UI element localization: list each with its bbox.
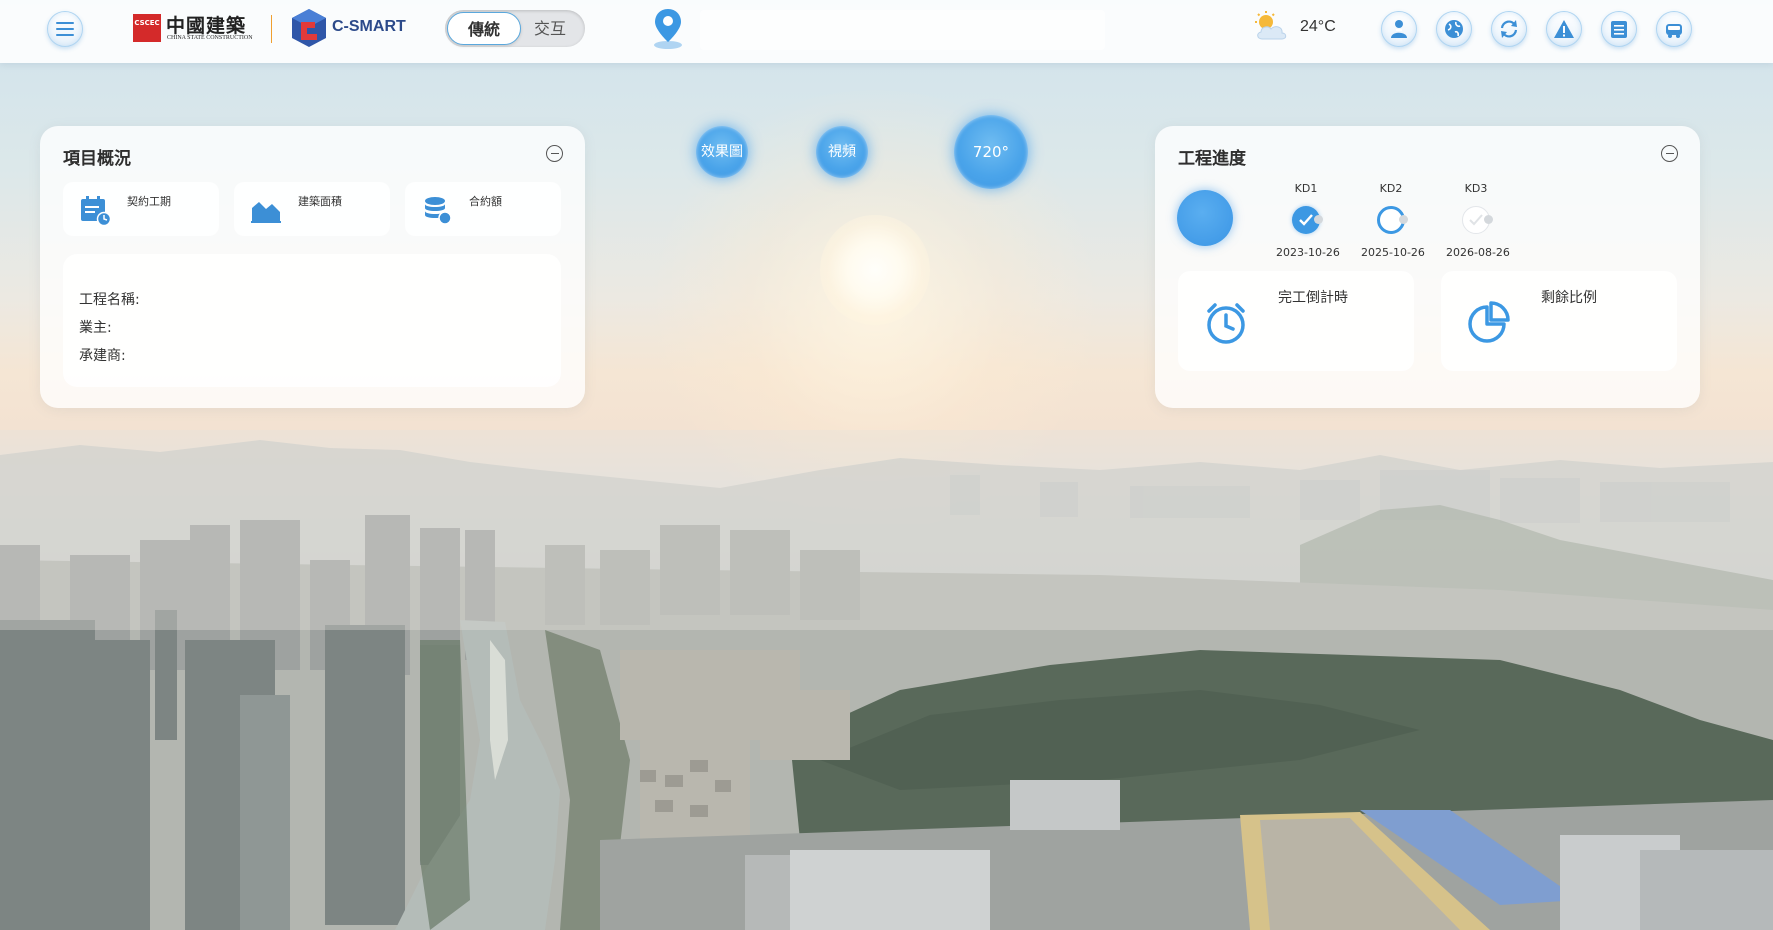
cscec-logo-chinese: 中國建築 — [166, 15, 247, 37]
project-overview-panel: 項目概況 契約工期 建築面積 合約額 工程名稱: 業主: 承建商: — [40, 126, 585, 408]
contractor-label: 承建商: — [79, 348, 126, 364]
csmart-logo: C-SMART — [287, 6, 412, 50]
stat-label: 建築面積 — [298, 195, 342, 208]
collapse-button[interactable] — [1661, 145, 1678, 162]
project-name-label: 工程名稱: — [79, 292, 140, 308]
stat-card-contract-amount[interactable]: 合約額 — [405, 182, 561, 236]
person-icon — [1391, 20, 1407, 38]
effect-render-button[interactable]: 效果圖 — [696, 126, 748, 178]
cscec-logo-english: CHINA STATE CONSTRUCTION — [167, 35, 253, 41]
stat-label: 契約工期 — [127, 195, 171, 208]
check-icon — [1469, 214, 1483, 226]
milestone-date: 2025-10-26 — [1361, 246, 1425, 259]
stat-card-building-area[interactable]: 建築面積 — [234, 182, 390, 236]
remaining-ratio-card[interactable]: 剩餘比例 — [1441, 271, 1677, 371]
progress-indicator — [1177, 190, 1233, 246]
milestone-name: KD3 — [1464, 182, 1488, 195]
pie-chart-icon — [1468, 301, 1510, 343]
csmart-cube-icon — [292, 9, 326, 47]
logo-divider — [271, 15, 272, 43]
panel-title: 項目概況 — [63, 149, 131, 169]
milestone-kd3[interactable]: KD3 2026-08-26 — [1446, 182, 1510, 259]
engineering-progress-panel: 工程進度 KD1 2023-10-26 KD2 2025-10-26 KD3 2… — [1155, 126, 1700, 408]
collapse-button[interactable] — [546, 145, 563, 162]
milestone-separator — [1314, 215, 1323, 224]
view-mode-toggle[interactable]: 傳統 交互 — [445, 10, 585, 47]
panel-title: 工程進度 — [1178, 149, 1246, 169]
milestone-kd2[interactable]: KD2 2025-10-26 — [1361, 182, 1425, 259]
globe-button[interactable] — [1436, 11, 1472, 47]
menu-button[interactable] — [47, 11, 83, 47]
alert-button[interactable] — [1546, 11, 1582, 47]
remaining-ratio-label: 剩餘比例 — [1541, 290, 1597, 306]
csmart-brand-text: C-SMART — [332, 18, 406, 35]
top-bar: CSCEC 中國建築 CHINA STATE CONSTRUCTION C-SM… — [0, 0, 1773, 63]
stat-label: 合約額 — [469, 195, 502, 208]
video-button[interactable]: 視頻 — [816, 126, 868, 178]
globe-icon — [1445, 20, 1463, 38]
project-details: 工程名稱: 業主: 承建商: — [63, 254, 561, 387]
milestone-separator — [1484, 215, 1493, 224]
milestone-name: KD2 — [1379, 182, 1403, 195]
mode-interactive[interactable]: 交互 — [513, 12, 587, 45]
sync-icon — [1500, 20, 1518, 38]
vehicle-button[interactable] — [1656, 11, 1692, 47]
hamburger-icon — [56, 22, 74, 36]
completion-countdown-card[interactable]: 完工倒計時 — [1178, 271, 1414, 371]
location-bar[interactable] — [700, 10, 1105, 50]
milestone-date: 2026-08-26 — [1446, 246, 1510, 259]
calendar-clock-icon — [81, 196, 111, 226]
car-icon — [1666, 24, 1682, 38]
check-icon — [1299, 214, 1313, 226]
partly-cloudy-icon — [1255, 11, 1287, 40]
cscec-logo: CSCEC 中國建築 CHINA STATE CONSTRUCTION — [133, 13, 263, 45]
temperature: 24°C — [1300, 18, 1336, 35]
location-pin-icon[interactable] — [650, 6, 686, 50]
cscec-logo-mark: CSCEC — [133, 14, 161, 42]
coins-icon — [425, 197, 452, 225]
countdown-label: 完工倒計時 — [1278, 290, 1348, 306]
mode-traditional[interactable]: 傳統 — [447, 12, 521, 45]
archive-button[interactable] — [1601, 11, 1637, 47]
sync-button[interactable] — [1491, 11, 1527, 47]
milestone-separator — [1399, 215, 1408, 224]
milestone-date: 2023-10-26 — [1276, 246, 1340, 259]
milestone-name: KD1 — [1294, 182, 1318, 195]
stat-card-contract-period[interactable]: 契約工期 — [63, 182, 219, 236]
personnel-button[interactable] — [1381, 11, 1417, 47]
alarm-clock-icon — [1207, 303, 1245, 344]
milestone-kd1[interactable]: KD1 2023-10-26 — [1276, 182, 1340, 259]
owner-label: 業主: — [79, 320, 112, 336]
area-chart-icon — [251, 202, 281, 223]
panorama-720-button[interactable]: 720° — [954, 115, 1028, 189]
archive-icon — [1611, 21, 1627, 38]
warning-icon — [1554, 20, 1574, 38]
